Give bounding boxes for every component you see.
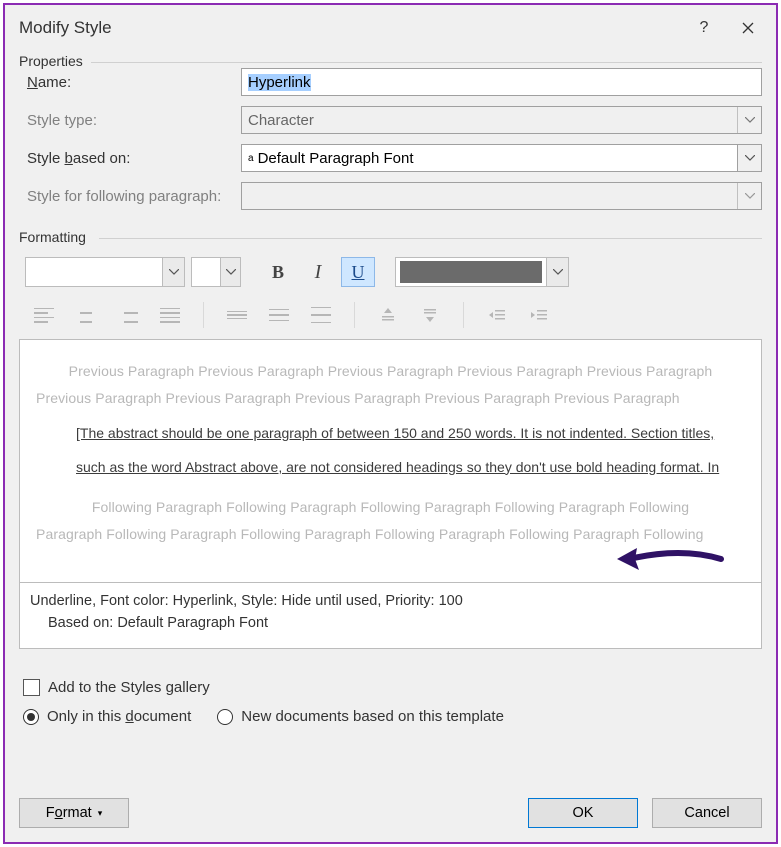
format-button[interactable]: Format ▾ <box>19 798 129 828</box>
style-description: Underline, Font color: Hyperlink, Style:… <box>19 583 762 649</box>
new-documents-radio[interactable] <box>217 709 233 725</box>
paragraph-toolbar <box>19 291 762 335</box>
following-label: Style for following paragraph: <box>19 188 241 205</box>
color-swatch <box>400 261 542 283</box>
title-bar: Modify Style ? <box>5 5 776 51</box>
help-button[interactable]: ? <box>682 5 726 51</box>
following-combo <box>241 182 762 210</box>
close-icon <box>742 22 754 34</box>
font-size-combo[interactable] <box>191 257 241 287</box>
name-input[interactable]: Hyperlink <box>241 68 762 96</box>
chevron-down-icon[interactable] <box>220 258 240 286</box>
font-combo[interactable] <box>25 257 185 287</box>
preview-prev-2: Previous Paragraph Previous Paragraph Pr… <box>36 385 745 412</box>
cancel-button[interactable]: Cancel <box>652 798 762 828</box>
chevron-down-icon[interactable] <box>737 145 761 171</box>
align-center-icon <box>67 301 105 329</box>
add-to-gallery-checkbox[interactable] <box>23 679 40 696</box>
indent-decrease-icon <box>478 301 516 329</box>
desc-line-2: Based on: Default Paragraph Font <box>30 613 751 635</box>
space-before-icon <box>369 301 407 329</box>
indent-increase-icon <box>520 301 558 329</box>
formatting-toolbar: B I U <box>19 253 762 335</box>
dialog-footer: Format ▾ OK Cancel <box>5 798 776 828</box>
name-value: Hyperlink <box>248 74 311 91</box>
preview-pane: Previous Paragraph Previous Paragraph Pr… <box>19 339 762 583</box>
name-label: Name: <box>19 74 241 91</box>
style-type-value: Character <box>248 112 314 129</box>
spacing-2-icon <box>302 301 340 329</box>
desc-line-1: Underline, Font color: Hyperlink, Style:… <box>30 591 751 613</box>
align-left-icon <box>25 301 63 329</box>
preview-foll-2: Paragraph Following Paragraph Following … <box>36 521 745 548</box>
spacing-1-icon <box>218 301 256 329</box>
based-on-combo[interactable]: a Default Paragraph Font <box>241 144 762 172</box>
preview-sample: [The abstract should be one paragraph of… <box>76 417 745 484</box>
spacing-1_5-icon <box>260 301 298 329</box>
align-justify-icon <box>151 301 189 329</box>
close-button[interactable] <box>726 5 770 51</box>
style-type-label: Style type: <box>19 112 241 129</box>
ok-button[interactable]: OK <box>528 798 638 828</box>
only-this-document-radio[interactable] <box>23 709 39 725</box>
formatting-section: Formatting <box>19 229 762 239</box>
only-this-document-label: Only in this document <box>47 708 191 725</box>
underline-button[interactable]: U <box>341 257 375 287</box>
new-documents-label: New documents based on this template <box>241 708 504 725</box>
modify-style-dialog: Modify Style ? Properties Name: Hyperlin… <box>3 3 778 844</box>
add-to-gallery-label: Add to the Styles gallery <box>48 679 210 696</box>
chevron-down-icon <box>737 183 761 209</box>
dialog-title: Modify Style <box>19 18 112 38</box>
chevron-down-icon <box>737 107 761 133</box>
style-glyph-icon: a <box>248 153 254 164</box>
bottom-options: Add to the Styles gallery Only in this d… <box>23 673 762 737</box>
chevron-down-icon[interactable] <box>162 258 184 286</box>
style-type-combo: Character <box>241 106 762 134</box>
align-right-icon <box>109 301 147 329</box>
caret-down-icon: ▾ <box>98 808 103 819</box>
bold-button[interactable]: B <box>261 257 295 287</box>
based-on-label: Style based on: <box>19 150 241 167</box>
preview-prev-1: Previous Paragraph Previous Paragraph Pr… <box>36 358 745 385</box>
based-on-value: Default Paragraph Font <box>258 150 414 167</box>
chevron-down-icon[interactable] <box>546 258 568 286</box>
properties-section: Properties Name: Hyperlink Style type: C… <box>19 53 762 215</box>
space-after-icon <box>411 301 449 329</box>
italic-button[interactable]: I <box>301 257 335 287</box>
font-color-combo[interactable] <box>395 257 569 287</box>
preview-foll-1: Following Paragraph Following Paragraph … <box>36 494 745 521</box>
